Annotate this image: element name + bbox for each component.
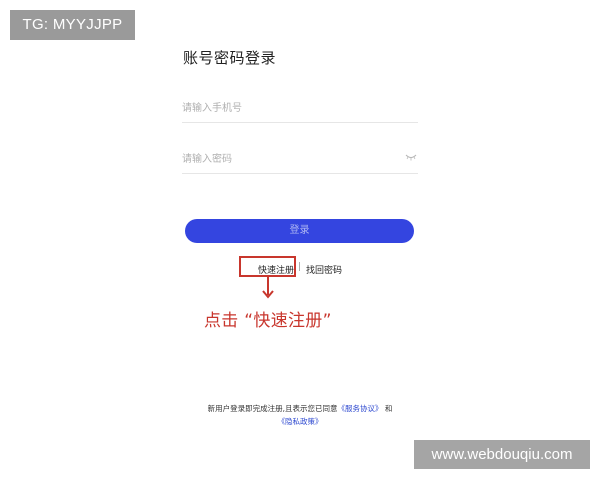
terms-and: 和	[384, 404, 393, 413]
terms-notice: 新用户登录即完成注册,且表示您已同意《服务协议》 和 《隐私政策》	[170, 402, 430, 428]
annotation-text: 点击 “快速注册”	[204, 311, 332, 331]
page-title: 账号密码登录	[183, 49, 277, 67]
login-button[interactable]: 登录	[185, 219, 414, 243]
service-agreement-link[interactable]: 《服务协议》	[338, 404, 383, 413]
terms-line-2: 《隐私政策》	[170, 415, 430, 428]
terms-prefix: 新用户登录即完成注册,且表示您已同意	[207, 404, 338, 413]
quick-register-link[interactable]: 快速注册	[255, 263, 297, 276]
arrow-down-icon	[262, 290, 274, 299]
terms-line-1: 新用户登录即完成注册,且表示您已同意《服务协议》 和	[170, 402, 430, 415]
privacy-policy-link[interactable]: 《隐私政策》	[278, 417, 323, 426]
tg-badge: TG: MYYJJPP	[10, 10, 135, 40]
password-input[interactable]	[182, 147, 392, 171]
password-field[interactable]	[182, 147, 418, 174]
eye-closed-icon[interactable]	[405, 153, 417, 161]
site-watermark: www.webdouqiu.com	[414, 440, 590, 469]
phone-input[interactable]	[182, 96, 392, 120]
phone-field[interactable]	[182, 96, 418, 123]
link-separator: |	[298, 262, 302, 272]
login-screen: TG: MYYJJPP 账号密码登录 登录 快速注册 | 找回密码 点击 “快速…	[0, 0, 600, 480]
find-password-link[interactable]: 找回密码	[306, 263, 342, 276]
